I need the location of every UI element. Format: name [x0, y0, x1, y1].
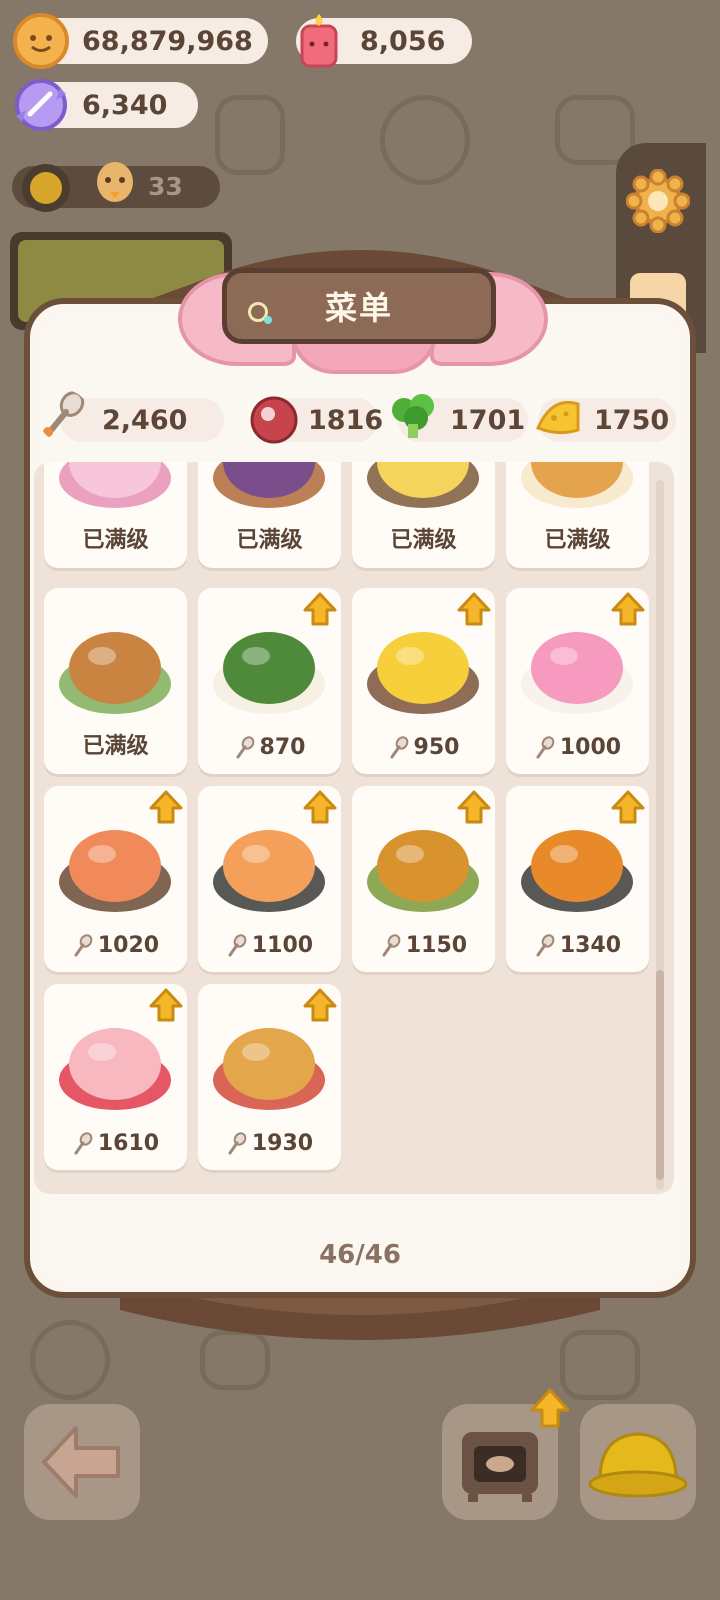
upgrade-arrow-icon: [303, 592, 337, 626]
recipe-card[interactable]: 950: [352, 588, 495, 774]
recipe-card[interactable]: 1100: [198, 786, 341, 972]
crystal-candy-icon: [15, 79, 67, 131]
crystals-counter: 6,340: [15, 79, 198, 131]
cheese-resource: 1750: [536, 398, 676, 442]
recipe-cost: 870: [198, 735, 341, 760]
recipe-card[interactable]: 已满级: [44, 462, 187, 568]
recipe-card[interactable]: 870: [198, 588, 341, 774]
scrollbar-thumb[interactable]: [656, 970, 664, 1180]
level-people-value: 33: [148, 172, 183, 201]
max-level-label: 已满级: [390, 528, 457, 553]
hard-hat-icon: [588, 1432, 688, 1498]
meat-resource: 1816: [250, 396, 383, 444]
pretzel-plate-image: [521, 462, 633, 508]
scrollbar[interactable]: [656, 480, 664, 1190]
spoon-value: 2,460: [102, 404, 188, 436]
spoon-resource: 2,460: [43, 391, 224, 442]
cheese-icon: [536, 401, 580, 435]
cost-value: 1020: [97, 933, 160, 958]
oven-button[interactable]: [442, 1388, 570, 1520]
recipe-cost: 1100: [198, 933, 341, 958]
recipe-cost: 1000: [506, 735, 649, 760]
max-level-label: 已满级: [236, 528, 303, 553]
spoon-icon: [43, 391, 85, 437]
meat-value: 1816: [308, 404, 384, 436]
coins-counter: 68,879,968: [13, 13, 268, 69]
macaron-dessert-image: [59, 462, 171, 508]
recipe-grid[interactable]: 已满级 已满级 已满级 已满级 已满级 870 950 1000 1020 1100 1150 134…: [34, 462, 674, 1194]
recipe-cost: 1610: [44, 1131, 187, 1156]
cost-value: 1930: [251, 1131, 314, 1156]
candle-icon: [300, 14, 338, 68]
veg-value: 1701: [450, 404, 526, 436]
upgrade-arrow-icon: [457, 592, 491, 626]
upgrade-arrow-icon: [611, 592, 645, 626]
upgrade-arrow-icon: [611, 790, 645, 824]
cost-value: 1610: [97, 1131, 160, 1156]
gear-icon[interactable]: [626, 169, 690, 233]
recipe-card[interactable]: 已满级: [44, 588, 187, 774]
recipe-cost: 1150: [352, 933, 495, 958]
spoon-icon: [536, 933, 555, 956]
sun-icon: [22, 164, 70, 212]
cookie-coin-icon: [13, 13, 69, 69]
spoon-icon: [390, 735, 408, 758]
coins-value: 68,879,968: [82, 25, 253, 57]
upgrade-arrow-icon: [530, 1388, 570, 1428]
recipe-cost: 950: [352, 735, 495, 760]
spoon-icon: [74, 1131, 93, 1154]
recipe-cost: 1930: [198, 1131, 341, 1156]
cost-value: 870: [259, 735, 306, 760]
recipe-cost: 1340: [506, 933, 649, 958]
veg-resource: 1701: [392, 394, 528, 442]
recipe-card[interactable]: 1340: [506, 786, 649, 972]
recipe-card[interactable]: 1000: [506, 588, 649, 774]
candles-counter: 8,056: [296, 14, 472, 68]
crystals-value: 6,340: [82, 89, 168, 121]
page-counter: 46/46: [319, 1240, 401, 1270]
upgrade-arrow-icon: [303, 988, 337, 1022]
recipe-card[interactable]: 1930: [198, 984, 341, 1170]
recipe-card[interactable]: 1610: [44, 984, 187, 1170]
level-indicator[interactable]: 33: [12, 162, 220, 212]
candles-value: 8,056: [360, 25, 446, 57]
recipe-card[interactable]: 已满级: [352, 462, 495, 568]
back-arrow-icon: [42, 1426, 120, 1498]
cost-value: 1100: [251, 933, 314, 958]
egg-bowl-image: [367, 462, 479, 508]
max-level-label: 已满级: [82, 734, 149, 759]
eel-box-image: [213, 462, 325, 508]
spoon-icon: [236, 735, 254, 758]
recipe-card[interactable]: 1150: [352, 786, 495, 972]
title-decoration-dot: [264, 316, 272, 324]
spoon-icon: [228, 1131, 247, 1154]
recipe-card[interactable]: 已满级: [198, 462, 341, 568]
max-level-label: 已满级: [82, 528, 149, 553]
max-level-label: 已满级: [544, 528, 611, 553]
skewers-image: [59, 632, 171, 714]
recipe-card[interactable]: 已满级: [506, 462, 649, 568]
spoon-icon: [382, 933, 401, 956]
broccoli-icon: [392, 394, 434, 438]
cheese-value: 1750: [594, 404, 670, 436]
back-button[interactable]: [24, 1404, 140, 1520]
upgrade-arrow-icon: [457, 790, 491, 824]
spoon-icon: [228, 933, 247, 956]
oven-icon: [462, 1432, 538, 1502]
cost-value: 1150: [405, 933, 468, 958]
recipe-card[interactable]: 1020: [44, 786, 187, 972]
spoon-icon: [74, 933, 93, 956]
upgrade-arrow-icon: [303, 790, 337, 824]
upgrade-arrow-icon: [149, 988, 183, 1022]
cost-value: 1000: [559, 735, 622, 760]
helmet-button[interactable]: [580, 1404, 696, 1520]
meat-icon: [250, 396, 298, 444]
spoon-icon: [536, 735, 555, 758]
upgrade-arrow-icon: [149, 790, 183, 824]
recipe-cost: 1020: [44, 933, 187, 958]
cost-value: 950: [413, 735, 460, 760]
cookie-character-icon: [97, 162, 133, 202]
cost-value: 1340: [559, 933, 622, 958]
